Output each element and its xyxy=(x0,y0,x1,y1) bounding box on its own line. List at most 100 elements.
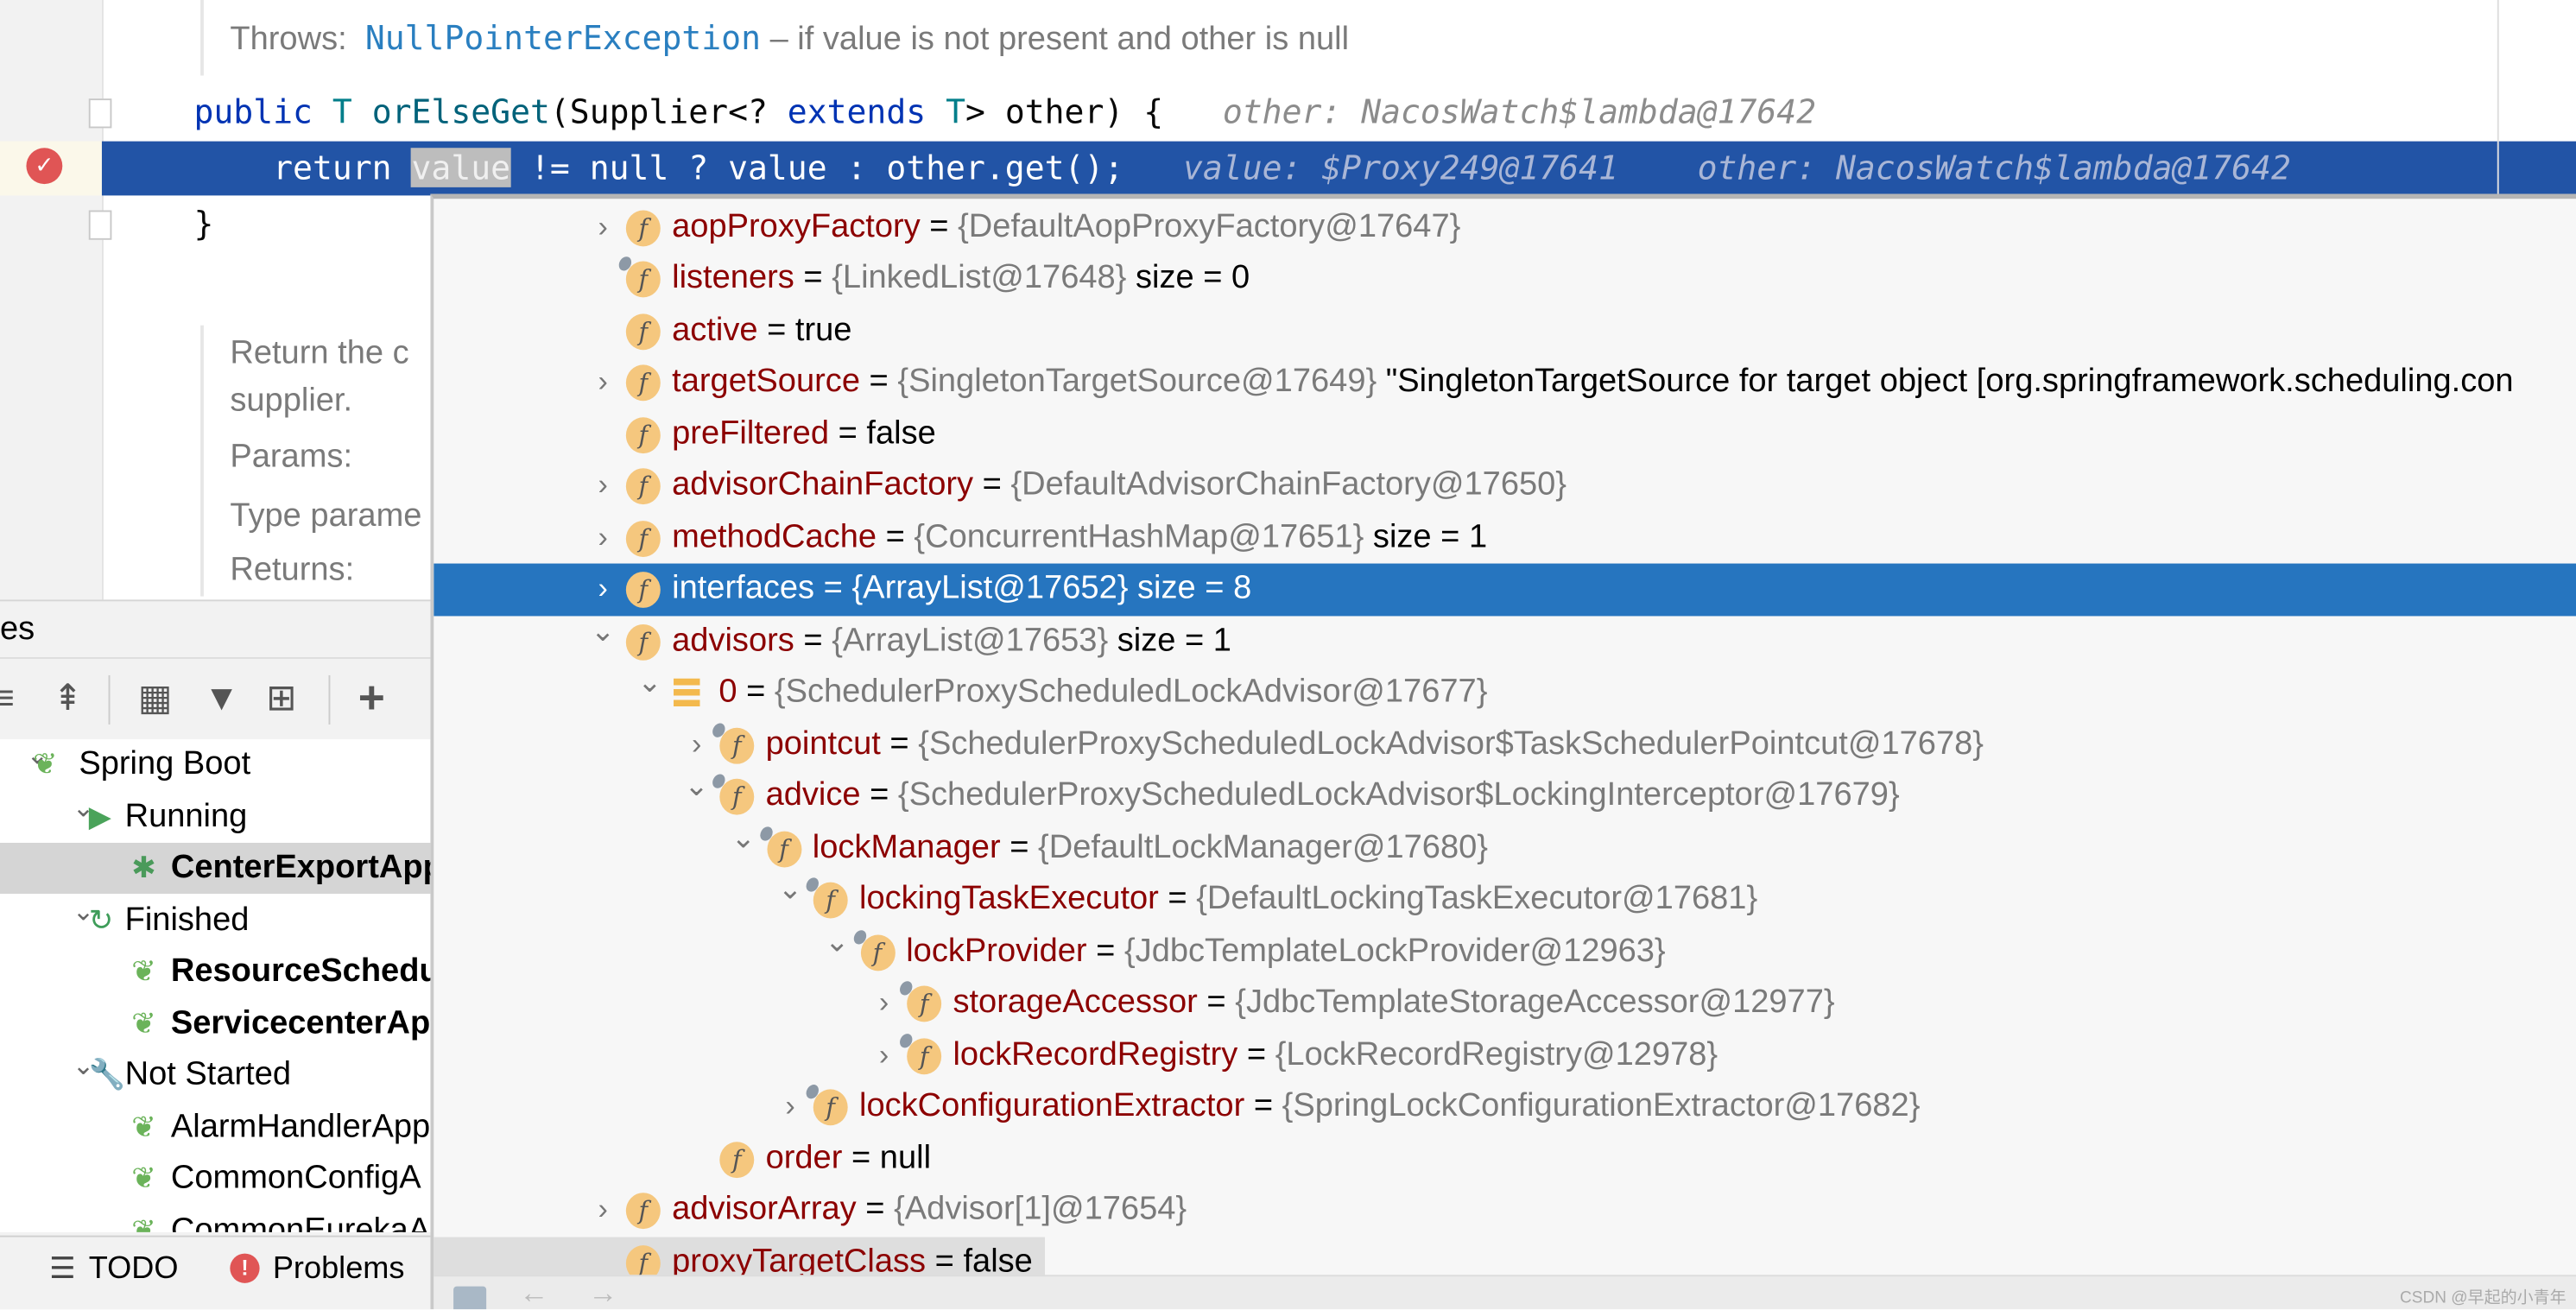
kw-public: public xyxy=(193,92,313,132)
variable-row[interactable]: › f aopProxyFactory = {DefaultAopProxyFact… xyxy=(434,201,2576,253)
spring-boot-icon: ❦ xyxy=(33,747,58,781)
pin-icon xyxy=(803,1082,821,1101)
tree-item[interactable]: ⌄ 🔧 Not Started xyxy=(0,1050,430,1101)
equals-sign: = xyxy=(1244,1087,1282,1124)
code-line-signature[interactable]: public T orElseGet(Supplier<? extends T>… xyxy=(193,92,1816,132)
variable-row[interactable]: › f pointcut = {SchedulerProxyScheduledLoc… xyxy=(434,718,2576,770)
variable-value: {ArrayList@17653} xyxy=(832,622,1109,658)
pin-icon xyxy=(756,823,775,843)
variable-value: {SchedulerProxyScheduledLockAdvisor@1767… xyxy=(774,674,1488,710)
chevron-down-icon[interactable]: ⌄ xyxy=(683,761,709,812)
variable-name: methodCache xyxy=(672,518,877,555)
variable-row[interactable]: › f targetSource = {SingletonTargetSource@… xyxy=(434,357,2576,408)
variable-row[interactable]: › f storageAccessor = {JdbcTemplateStorage… xyxy=(434,978,2576,1029)
field-icon: f xyxy=(897,978,942,1022)
code-line-return[interactable]: return value != null ? value : other.get… xyxy=(193,148,2291,187)
variable-row[interactable]: f listeners = {LinkedList@17648} size = 0 xyxy=(434,253,2576,305)
forward-icon[interactable]: → xyxy=(588,1276,617,1309)
chevron-down-icon[interactable]: ⌄ xyxy=(824,916,850,967)
variable-row[interactable]: › f interfaces = {ArrayList@17652} size = … xyxy=(434,563,2576,616)
new-tab-icon[interactable]: ⊞ xyxy=(266,678,296,718)
variable-name: aopProxyFactory xyxy=(672,207,921,244)
variable-text: methodCache = {ConcurrentHashMap@17651} … xyxy=(672,512,1487,563)
variable-row[interactable]: › f advisorArray = {Advisor[1]@17654} xyxy=(434,1185,2576,1237)
chevron-down-icon[interactable]: ⌄ xyxy=(590,605,616,656)
equals-sign: = xyxy=(1158,880,1197,917)
group-icon[interactable]: ▦ xyxy=(138,678,173,718)
chevron-right-icon[interactable]: › xyxy=(590,357,616,408)
variable-value: {ConcurrentHashMap@17651} xyxy=(914,518,1364,555)
pin-icon xyxy=(803,875,821,895)
tree-item[interactable]: ❦ AlarmHandlerApp xyxy=(0,1102,430,1153)
folder-icon[interactable] xyxy=(453,1286,487,1310)
tree-item[interactable]: ❦ ResourceSchedu xyxy=(0,946,430,997)
variable-extra: size = 0 xyxy=(1135,259,1250,296)
variable-row[interactable]: ⌄ f lockingTaskExecutor = {DefaultLockingT… xyxy=(434,872,2576,926)
filter-icon[interactable]: ▼ xyxy=(204,678,239,718)
chevron-right-icon[interactable]: › xyxy=(590,1185,616,1236)
variable-row[interactable]: f active = true xyxy=(434,305,2576,357)
tree-item-label: AlarmHandlerApp xyxy=(170,1108,431,1145)
fold-end-icon[interactable] xyxy=(88,210,112,240)
chevron-down-icon[interactable]: ⌄ xyxy=(731,813,756,864)
debug-icon: ✱ xyxy=(131,851,156,884)
fold-marker-icon[interactable] xyxy=(88,98,112,129)
collapse-all-icon[interactable]: ⇞ xyxy=(53,678,83,718)
variable-text: storageAccessor = {JdbcTemplateStorageAc… xyxy=(953,978,1834,1028)
variable-row[interactable]: ⌄ f lockManager = {DefaultLockManager@1768… xyxy=(434,820,2576,874)
add-icon[interactable]: + xyxy=(358,674,385,720)
expand-all-icon[interactable]: ≡ xyxy=(0,678,15,718)
variable-name: lockConfigurationExtractor xyxy=(859,1087,1245,1124)
doc-line: Return the c xyxy=(230,335,409,371)
chevron-down-icon[interactable]: ⌄ xyxy=(777,864,803,915)
tree-item[interactable]: ⌄ ▶ Running xyxy=(0,791,430,842)
equals-sign: = xyxy=(794,622,832,658)
variable-row[interactable]: › f methodCache = {ConcurrentHashMap@17651… xyxy=(434,512,2576,564)
tree-item-label: CommonEurekaA xyxy=(170,1212,431,1232)
variable-text: lockManager = {DefaultLockManager@17680} xyxy=(813,822,1488,873)
problems-tab[interactable]: Problems xyxy=(273,1252,405,1288)
variable-extra: "SingletonTargetSource for target object… xyxy=(1385,363,2514,400)
hovered-value[interactable]: value xyxy=(411,148,511,187)
variable-value: {LockRecordRegistry@12978} xyxy=(1275,1035,1718,1073)
return-expr: != null ? value : other.get(); xyxy=(510,148,1124,187)
variable-name: pointcut xyxy=(765,725,881,762)
equals-sign: = xyxy=(737,674,775,710)
chevron-right-icon[interactable]: › xyxy=(777,1081,803,1132)
variable-value: {SchedulerProxyScheduledLockAdvisor$Lock… xyxy=(897,776,1900,813)
breakpoint-icon[interactable]: ✓ xyxy=(26,148,63,185)
todo-tab[interactable]: TODO xyxy=(89,1252,179,1288)
variable-row[interactable]: ⌄ 0 = {SchedulerProxyScheduledLockAdvisor… xyxy=(434,666,2576,718)
variable-row[interactable]: ⌄ f advisors = {ArrayList@17653} size = 1 xyxy=(434,614,2576,667)
equals-sign: = xyxy=(973,466,1011,503)
variable-value: {SingletonTargetSource@17649} xyxy=(897,363,1377,400)
tree-item[interactable]: ⌄ ❦ Spring Boot xyxy=(0,739,430,790)
exception-link[interactable]: NullPointerException xyxy=(365,18,761,58)
equals-sign: = xyxy=(757,311,795,348)
chevron-down-icon[interactable]: ⌄ xyxy=(636,657,662,708)
variable-row[interactable]: › f lockRecordRegistry = {LockRecordRegist… xyxy=(434,1029,2576,1081)
back-icon[interactable]: ← xyxy=(519,1276,548,1309)
variable-row[interactable]: f order = null xyxy=(434,1133,2576,1185)
variable-extra: size = 1 xyxy=(1372,518,1488,555)
close-brace: } xyxy=(193,203,214,244)
variable-row[interactable]: ⌄ f lockProvider = {JdbcTemplateLockProvid… xyxy=(434,924,2576,978)
variable-name: lockRecordRegistry xyxy=(953,1035,1238,1073)
tree-item[interactable]: ✱ CenterExportApp xyxy=(0,842,431,894)
chevron-right-icon[interactable]: › xyxy=(590,460,616,511)
tree-item[interactable]: ⌄ ↻ Finished xyxy=(0,895,430,946)
chevron-right-icon[interactable]: › xyxy=(590,201,616,252)
chevron-right-icon[interactable]: › xyxy=(590,512,616,563)
tree-item[interactable]: ❦ CommonEurekaA xyxy=(0,1205,431,1232)
javadoc-throws: Throws: NullPointerException – if value … xyxy=(230,18,1349,60)
chevron-right-icon[interactable]: › xyxy=(870,978,896,1028)
variable-row[interactable]: f preFiltered = false xyxy=(434,408,2576,460)
variable-value: {DefaultLockManager@17680} xyxy=(1038,828,1488,865)
chevron-right-icon[interactable]: › xyxy=(870,1029,896,1080)
field-icon: f xyxy=(719,1141,755,1178)
variable-row[interactable]: › f advisorChainFactory = {DefaultAdvisorC… xyxy=(434,460,2576,512)
variable-row[interactable]: › f lockConfigurationExtractor = {SpringLo… xyxy=(434,1081,2576,1133)
tree-item[interactable]: ❦ ServicecenterAp xyxy=(0,998,430,1049)
inline-hint-other: other: NacosWatch$lambda@17642 xyxy=(1222,92,1817,132)
tree-item[interactable]: ❦ CommonConfigA xyxy=(0,1154,430,1205)
